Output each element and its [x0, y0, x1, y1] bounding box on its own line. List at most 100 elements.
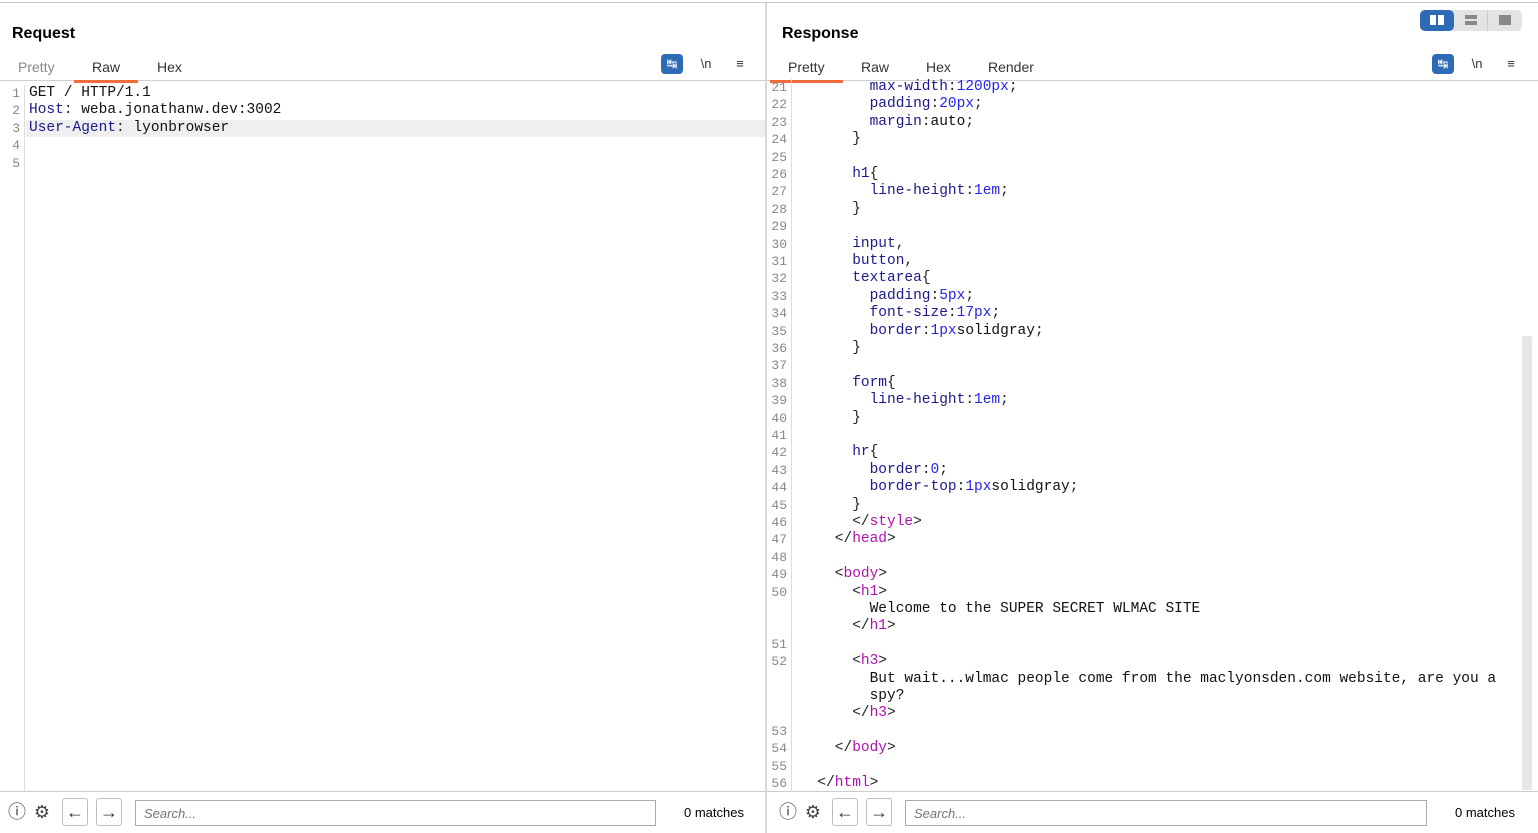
code-line: 32 textarea{: [767, 270, 1538, 287]
response-editor[interactable]: 21 max-width:1200px; 22 padding:20px; 23 marg…: [767, 79, 1538, 791]
line-number: 29: [771, 219, 787, 235]
hamburger-menu-icon[interactable]: ≡: [729, 54, 751, 74]
code-text: }: [852, 497, 861, 514]
token-p: </: [834, 740, 853, 757]
code-line: 23 margin:auto;: [767, 114, 1538, 131]
token-txt: solidgray: [956, 322, 1035, 339]
token-p: {: [887, 374, 896, 391]
code-text: form{: [852, 375, 896, 392]
previous-match-button[interactable]: ←: [62, 798, 88, 826]
code-line: 26 h1{: [767, 166, 1538, 183]
line-number: 26: [771, 167, 787, 182]
request-panel: Request Pretty Raw Hex ↹ \n ≡ 1 GET / HTT…: [0, 3, 765, 833]
code-text: border-top:1pxsolidgray;: [870, 479, 1079, 496]
line-number: 45: [771, 497, 787, 513]
code-text: }: [852, 340, 861, 357]
line-number: 25: [771, 149, 787, 165]
line-number: 23: [771, 114, 787, 130]
token-prop: hr: [852, 444, 870, 461]
token-txt: spy?: [869, 688, 905, 704]
tab-pretty[interactable]: Pretty: [18, 59, 55, 75]
request-title: Request: [12, 25, 76, 42]
search-input[interactable]: [135, 800, 656, 826]
code-line: 2 Host: weba.jonathanw.dev:3002: [0, 102, 765, 119]
line-number: 43: [771, 462, 787, 478]
code-text: Welcome to the SUPER SECRET WLMAC SITE: [870, 601, 1201, 618]
line-number: 5: [12, 155, 20, 171]
line-number: 41: [771, 428, 787, 443]
help-icon[interactable]: ⓘ: [776, 800, 800, 824]
code-text: border:0;: [870, 462, 948, 479]
tab-raw[interactable]: Raw: [73, 59, 139, 83]
tab-hex[interactable]: Hex: [926, 59, 951, 75]
tab-raw[interactable]: Raw: [861, 59, 889, 75]
token-p: >: [913, 514, 922, 530]
tab-render[interactable]: Render: [988, 59, 1034, 75]
token-txt: GET / HTTP/1.1: [29, 85, 151, 101]
code-line: 33 padding:5px;: [767, 288, 1538, 305]
response-panel: Response Pretty Raw Hex Render ↹ \n ≡ 21…: [767, 3, 1538, 833]
code-text: textarea{: [852, 270, 930, 287]
code-line: 22 padding:20px;: [767, 96, 1538, 113]
next-match-button[interactable]: →: [866, 798, 892, 826]
code-line: 37: [767, 357, 1538, 374]
previous-match-button[interactable]: ←: [832, 798, 858, 826]
code-line: 56 </html>: [767, 775, 1538, 791]
code-line: 1 GET / HTTP/1.1: [0, 85, 765, 102]
token-tag: html: [834, 775, 870, 791]
match-count: 0 matches: [1455, 805, 1515, 820]
line-number: 36: [771, 341, 787, 356]
token-p: <: [852, 653, 861, 670]
code-line: 54 </body>: [767, 740, 1538, 757]
token-p: ;: [1069, 479, 1079, 496]
code-text: max-width:1200px;: [870, 79, 1018, 96]
search-input[interactable]: [905, 800, 1427, 826]
line-number: 48: [771, 549, 787, 565]
response-scrollbar[interactable]: [1522, 336, 1532, 790]
wrap-lines-icon[interactable]: ↹: [661, 54, 683, 74]
line-number: 42: [771, 445, 787, 461]
token-p: >: [869, 775, 879, 791]
code-text: <body>: [835, 566, 887, 583]
code-text: </head>: [835, 531, 896, 548]
help-icon[interactable]: ⓘ: [5, 800, 29, 824]
token-p: >: [878, 566, 888, 583]
code-line: But wait...wlmac people come from the ma…: [767, 671, 1538, 688]
tab-pretty[interactable]: Pretty: [770, 59, 842, 83]
request-tabs: Pretty Raw Hex: [0, 55, 765, 83]
token-tag: h1: [869, 618, 887, 635]
line-number: 3: [12, 120, 20, 136]
token-prop: border: [869, 461, 922, 478]
show-newlines-button[interactable]: \n: [1466, 54, 1488, 74]
wrap-lines-icon[interactable]: ↹: [1432, 54, 1454, 74]
token-prop: User-Agent: [29, 119, 117, 136]
token-p: >: [887, 618, 896, 635]
token-prop: padding: [869, 96, 931, 113]
show-newlines-button[interactable]: \n: [695, 54, 717, 74]
token-p: {: [921, 270, 931, 287]
code-line: 43 border:0;: [767, 462, 1538, 479]
token-prop: h1: [852, 166, 870, 182]
token-p: ;: [974, 96, 983, 113]
token-p: ;: [991, 305, 1001, 322]
next-match-button[interactable]: →: [96, 798, 122, 826]
token-p: </: [817, 775, 835, 791]
token-prop: line-height: [869, 392, 966, 409]
code-line: 42 hr{: [767, 444, 1538, 461]
tab-hex[interactable]: Hex: [157, 59, 182, 75]
line-number: 4: [12, 138, 20, 154]
code-text: <h3>: [852, 653, 887, 670]
code-line: 55: [767, 758, 1538, 775]
code-text: </h1>: [852, 618, 896, 635]
response-tabs: Pretty Raw Hex Render: [767, 55, 1538, 83]
response-search-bar: ⓘ ⚙ ← → 0 matches: [767, 791, 1538, 833]
gear-icon[interactable]: ⚙: [30, 800, 54, 824]
code-line: 29: [767, 218, 1538, 235]
token-tag: h3: [869, 705, 887, 722]
token-p: }: [852, 200, 861, 217]
gear-icon[interactable]: ⚙: [801, 800, 825, 824]
request-editor[interactable]: 1 GET / HTTP/1.1 2 Host: weba.jonathanw.dev…: [0, 85, 765, 791]
hamburger-menu-icon[interactable]: ≡: [1500, 54, 1522, 74]
line-number: 33: [771, 288, 787, 304]
line-number: 28: [771, 201, 787, 217]
